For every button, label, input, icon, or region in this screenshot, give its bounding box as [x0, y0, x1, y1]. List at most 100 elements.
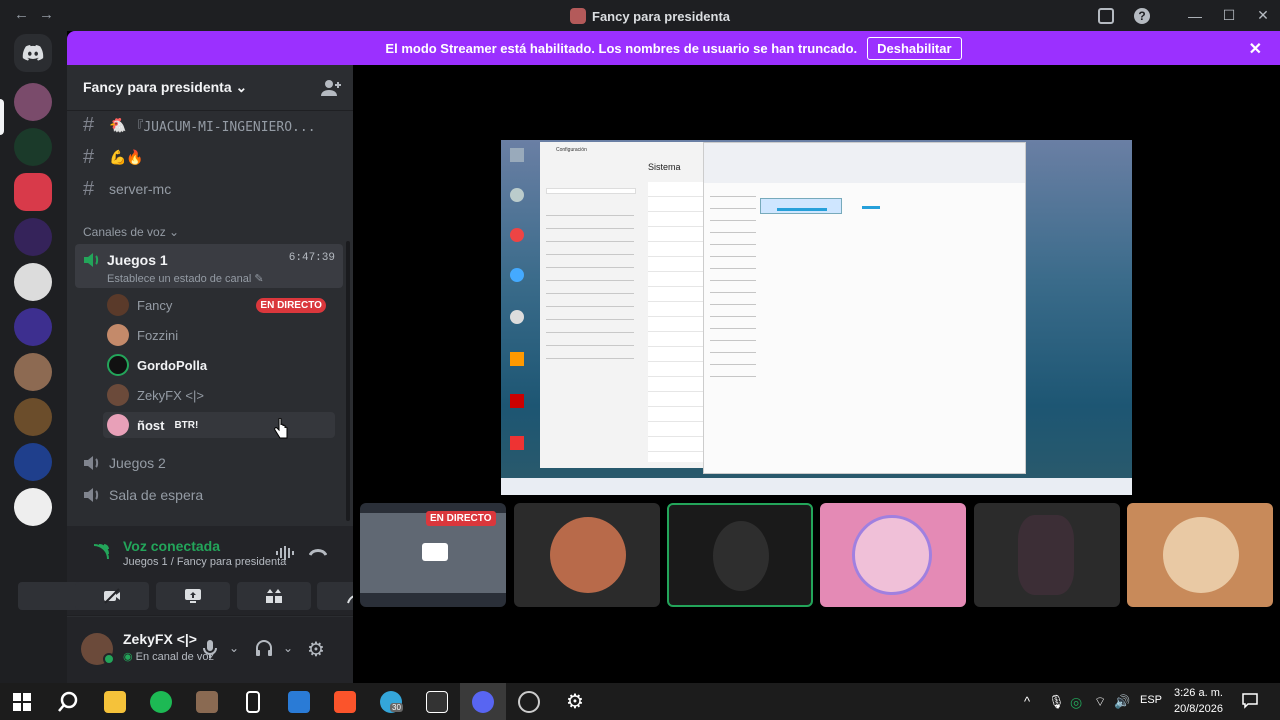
- telegram-icon[interactable]: 30: [380, 691, 403, 713]
- video-tile-zekyfx[interactable]: [974, 503, 1120, 607]
- maximize-button[interactable]: ☐: [1212, 7, 1246, 24]
- window-title: Fancy para presidenta: [0, 8, 1280, 24]
- voice-member[interactable]: GordoPolla: [107, 352, 207, 378]
- game-icon[interactable]: [196, 691, 218, 713]
- video-tile-gordopolla[interactable]: [667, 503, 813, 607]
- settings-gear-icon[interactable]: ⚙: [566, 689, 584, 714]
- voice-channel-juegos-2[interactable]: Juegos 2: [75, 448, 343, 478]
- disconnect-icon[interactable]: [309, 546, 327, 558]
- desktop-icons: [501, 140, 533, 480]
- invite-icon[interactable]: [321, 79, 341, 97]
- disable-streamer-button[interactable]: Deshabilitar: [867, 36, 962, 60]
- voice-member[interactable]: ZekyFX <|>: [107, 382, 204, 408]
- voice-category[interactable]: Canales de voz ⌄: [83, 225, 179, 239]
- server-mundo-hacker-icon[interactable]: [14, 128, 52, 166]
- voice-member[interactable]: Fozzini: [107, 322, 178, 348]
- headphones-icon[interactable]: [255, 639, 273, 657]
- server-red-icon[interactable]: [14, 173, 52, 211]
- text-channel-server-mc[interactable]: # server-mc: [75, 174, 343, 204]
- close-button[interactable]: ✕: [1246, 7, 1280, 24]
- microphone-icon[interactable]: 🎙: [1048, 694, 1065, 710]
- screen-share-button[interactable]: [156, 582, 230, 610]
- stream-tile-fancy[interactable]: EN DIRECTO: [360, 503, 506, 607]
- close-icon[interactable]: ✕: [1249, 39, 1262, 59]
- banner-text: El modo Streamer está habilitado. Los no…: [385, 40, 858, 56]
- text-channel-emoji[interactable]: # 💪🔥: [75, 142, 343, 172]
- server-family-icon[interactable]: [14, 218, 52, 256]
- desktop-icon: [510, 148, 524, 162]
- brave-icon[interactable]: [334, 691, 356, 713]
- server-cat-icon[interactable]: [14, 353, 52, 391]
- shared-screen[interactable]: Configuración Sistema: [501, 140, 1132, 495]
- video-tile-fozzini[interactable]: [514, 503, 660, 607]
- text-channel-juacum[interactable]: # 🐔 『JUACUM-MI-INGENIERO...: [75, 110, 343, 140]
- file-explorer-icon[interactable]: [104, 691, 126, 713]
- speaker-icon: [84, 488, 99, 502]
- taskbar-badge: 30: [390, 703, 403, 712]
- clock-time[interactable]: 3:26 a. m.: [1174, 687, 1223, 699]
- obs-icon[interactable]: [518, 691, 540, 713]
- screen-share-icon: [185, 589, 201, 603]
- voice-member[interactable]: Fancy EN DIRECTO: [107, 292, 326, 318]
- language-indicator[interactable]: ESP: [1140, 694, 1162, 706]
- signal-icon[interactable]: [93, 544, 109, 560]
- vscode-icon[interactable]: [288, 691, 310, 713]
- server-gw-icon[interactable]: [14, 308, 52, 346]
- windows-start-icon[interactable]: [13, 693, 31, 711]
- streamer-mode-banner: El modo Streamer está habilitado. Los no…: [67, 31, 1280, 65]
- notion-icon[interactable]: [426, 691, 448, 713]
- volume-icon[interactable]: 🔊: [1114, 694, 1130, 710]
- drive-usage-bar: [862, 206, 880, 209]
- voice-connected-label: Voz conectada: [123, 538, 220, 554]
- search-icon[interactable]: [57, 691, 79, 713]
- avatar: [852, 515, 932, 595]
- voice-channel-juegos-1[interactable]: Juegos 1 6:47:39 Establece un estado de …: [75, 244, 343, 288]
- video-tile-nost[interactable]: [820, 503, 966, 607]
- scrollbar[interactable]: [346, 241, 350, 521]
- server-ea-icon[interactable]: [14, 263, 52, 301]
- server-chess-icon[interactable]: [14, 488, 52, 526]
- notepad-icon[interactable]: [246, 691, 260, 713]
- avatar: [107, 384, 129, 406]
- hash-icon: #: [83, 113, 95, 136]
- spotify-icon[interactable]: [150, 691, 172, 713]
- voice-channel-sala-de-espera[interactable]: Sala de espera: [75, 480, 343, 510]
- guild-name: Fancy para presidenta: [83, 79, 232, 95]
- camera-off-button[interactable]: [75, 582, 149, 610]
- notifications-icon[interactable]: [1242, 693, 1258, 709]
- discord-home-icon[interactable]: [14, 34, 52, 72]
- server-fancy-icon[interactable]: [14, 83, 52, 121]
- settings-search: [546, 188, 636, 194]
- avatar: [1163, 517, 1239, 593]
- activities-button[interactable]: [237, 582, 311, 610]
- guild-header[interactable]: Fancy para presidenta ⌄: [67, 65, 353, 111]
- voice-timer: 6:47:39: [288, 252, 335, 264]
- title-bar: ←→ Fancy para presidenta ? — ☐ ✕: [0, 0, 1280, 31]
- discord-taskbar-icon[interactable]: [472, 691, 494, 713]
- chevron-down-icon[interactable]: ⌄: [229, 641, 239, 655]
- noise-suppression-icon[interactable]: [275, 545, 295, 561]
- tray-app-icon[interactable]: ◎: [1070, 694, 1082, 711]
- channel-status[interactable]: Establece un estado de canal ✎: [107, 272, 264, 285]
- hand-cursor-icon: [274, 418, 288, 439]
- inbox-icon[interactable]: [1098, 7, 1114, 24]
- microphone-icon[interactable]: [203, 639, 217, 659]
- server-character-icon[interactable]: [14, 398, 52, 436]
- remote-taskbar: [501, 478, 1132, 495]
- voice-channel-name: Juegos 1: [107, 252, 168, 268]
- clock-date[interactable]: 20/8/2026: [1174, 703, 1223, 715]
- video-tile-user[interactable]: [1127, 503, 1273, 607]
- voice-member[interactable]: ñost BTR!: [103, 412, 335, 438]
- chevron-up-icon[interactable]: ^: [1024, 694, 1030, 709]
- chevron-down-icon[interactable]: ⌄: [283, 641, 293, 655]
- desktop-icon: [510, 394, 524, 408]
- speaker-icon: [84, 456, 99, 470]
- settings-window: Configuración Sistema: [540, 142, 706, 468]
- avatar: [107, 414, 129, 436]
- minimize-button[interactable]: —: [1178, 8, 1212, 24]
- server-uk-icon[interactable]: [14, 443, 52, 481]
- help-icon[interactable]: ?: [1134, 7, 1150, 24]
- settings-gear-icon[interactable]: ⚙: [307, 637, 325, 662]
- wifi-icon[interactable]: ⌔: [1094, 694, 1106, 710]
- explorer-nav: [710, 187, 756, 377]
